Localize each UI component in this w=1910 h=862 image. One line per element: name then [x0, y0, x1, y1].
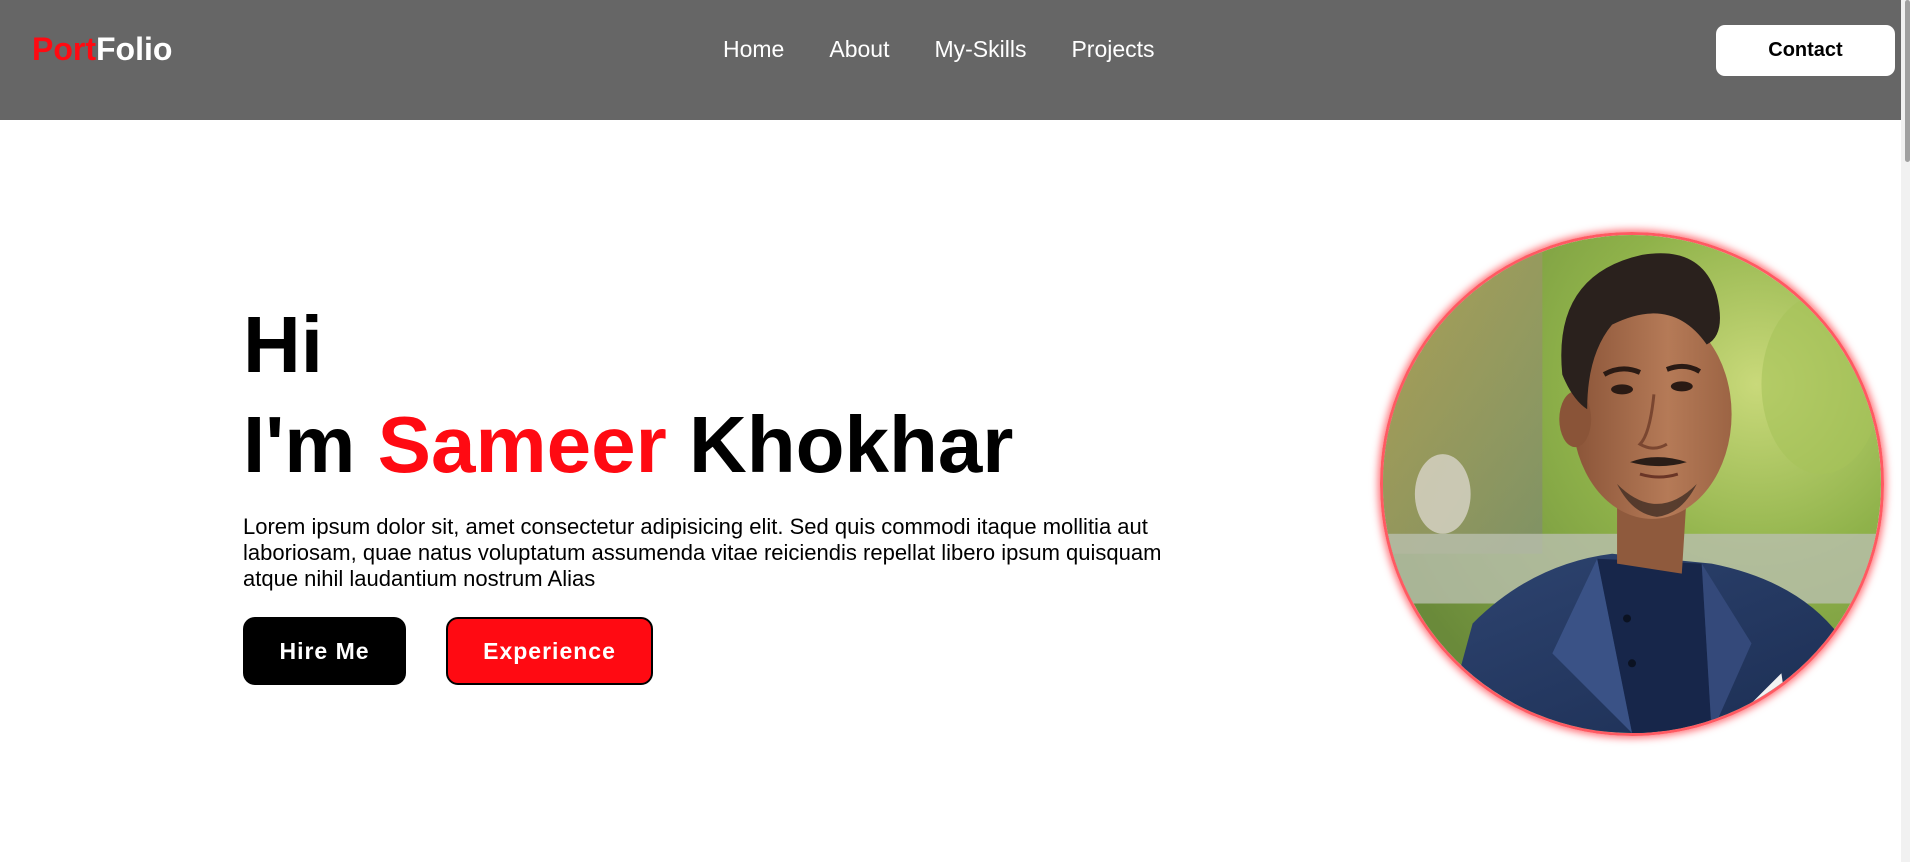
- hero-text: Hi I'm Sameer Khokhar Lorem ipsum dolor …: [243, 300, 1203, 685]
- navbar: PortFolio Home About My-Skills Projects …: [0, 0, 1901, 120]
- scrollbar-thumb[interactable]: [1905, 0, 1910, 162]
- logo[interactable]: PortFolio: [32, 30, 172, 68]
- nav-link-my-skills[interactable]: My-Skills: [934, 34, 1026, 64]
- name-prefix: I'm: [243, 400, 378, 489]
- nav-links: Home About My-Skills Projects: [723, 34, 1155, 64]
- name-first: Sameer: [377, 400, 667, 489]
- page: PortFolio Home About My-Skills Projects …: [0, 0, 1910, 862]
- nav-link-about[interactable]: About: [829, 34, 889, 64]
- nav-link-home[interactable]: Home: [723, 34, 784, 64]
- intro-paragraph: Lorem ipsum dolor sit, amet consectetur …: [243, 514, 1162, 591]
- greeting-heading: Hi: [243, 300, 323, 389]
- hire-me-button[interactable]: Hire Me: [243, 617, 406, 685]
- profile-photo: [1380, 232, 1884, 736]
- nav-link-projects[interactable]: Projects: [1071, 34, 1154, 64]
- name-heading: I'm Sameer Khokhar: [243, 390, 1203, 500]
- hero-buttons: Hire Me Experience: [243, 617, 1203, 685]
- logo-part-folio: Folio: [96, 31, 173, 67]
- contact-button[interactable]: Contact: [1716, 25, 1895, 76]
- experience-button[interactable]: Experience: [446, 617, 653, 685]
- profile-photo-image: [1383, 235, 1881, 733]
- name-last: Khokhar: [666, 400, 1014, 489]
- logo-part-port: Port: [32, 31, 96, 67]
